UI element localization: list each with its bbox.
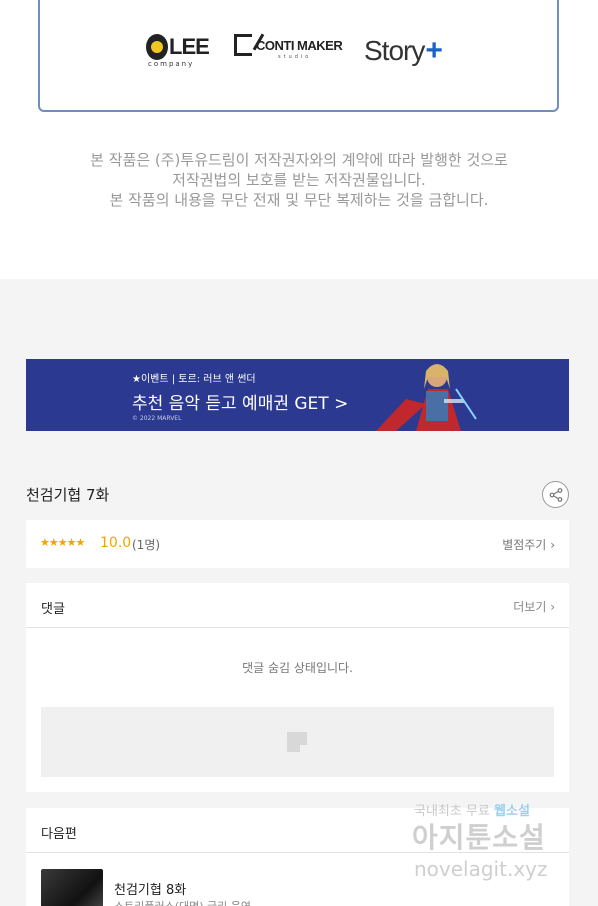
story-plus-logo: Story + [364,34,443,67]
next-episode-author: 스토리플러스(대명) 글리 음연 [114,898,251,906]
comment-header: 댓글 더보기 › [26,583,569,628]
comment-section: 댓글 더보기 › 댓글 숨김 상태입니다. [26,583,569,792]
publisher-logo-box: LEE company CONTI MAKER studio Story + [38,0,559,112]
rating-count: (1명) [132,538,161,552]
conti-maker-logo: CONTI MAKER studio [234,34,343,60]
conti-logo-icon [234,34,252,56]
comment-title: 댓글 [41,602,65,617]
rate-button[interactable]: 별점주기 › [502,536,555,553]
copyright-line: 본 작품의 내용을 무단 전재 및 무단 복제하는 것을 금합니다. [109,191,489,209]
copyright-notice: 본 작품은 (주)투유드림이 저작권자와의 계약에 따라 발행한 것으로 저작권… [0,150,598,210]
banner-headline: 추천 음악 듣고 예매권 GET > [132,394,349,414]
image-placeholder-icon [287,732,307,752]
more-comments-link[interactable]: 더보기 › [513,598,555,615]
chevron-right-icon: › [550,600,555,614]
site-watermark: 국내최초 무료 웹소설 아지툰소설 novelagit.xyz [412,804,548,881]
next-title: 다음편 [41,827,77,842]
lee-logo-icon [146,34,168,60]
chevron-right-icon: › [550,538,555,552]
copyright-line: 저작권법의 보호를 받는 저작권물입니다. [172,171,426,189]
star-rating-icon: ★★★★★ [40,536,85,549]
lee-company-logo: LEE company [146,34,210,68]
rating-score: 10.0 [100,535,132,551]
comments-hidden-message: 댓글 숨김 상태입니다. [242,661,353,675]
banner-copyright: © 2022 MARVEL [132,415,182,422]
copyright-section: LEE company CONTI MAKER studio Story + 본… [0,0,598,279]
banner-event-label: ★이벤트 | 토르: 러브 앤 썬더 [132,374,256,385]
ad-placeholder [41,707,554,777]
episode-title: 천검기협 7화 [26,486,110,504]
share-button[interactable] [542,481,569,508]
next-episode-thumbnail[interactable] [41,869,103,906]
share-icon [549,487,562,502]
event-banner[interactable]: ★이벤트 | 토르: 러브 앤 썬더 추천 음악 듣고 예매권 GET > © … [26,359,569,431]
next-episode-title[interactable]: 천검기협 8화 [114,879,186,898]
rating-card: ★★★★★ 10.0 (1명) 별점주기 › [26,520,569,568]
copyright-line: 본 작품은 (주)투유드림이 저작권자와의 계약에 따라 발행한 것으로 [90,151,508,169]
thor-character-image [376,364,477,431]
